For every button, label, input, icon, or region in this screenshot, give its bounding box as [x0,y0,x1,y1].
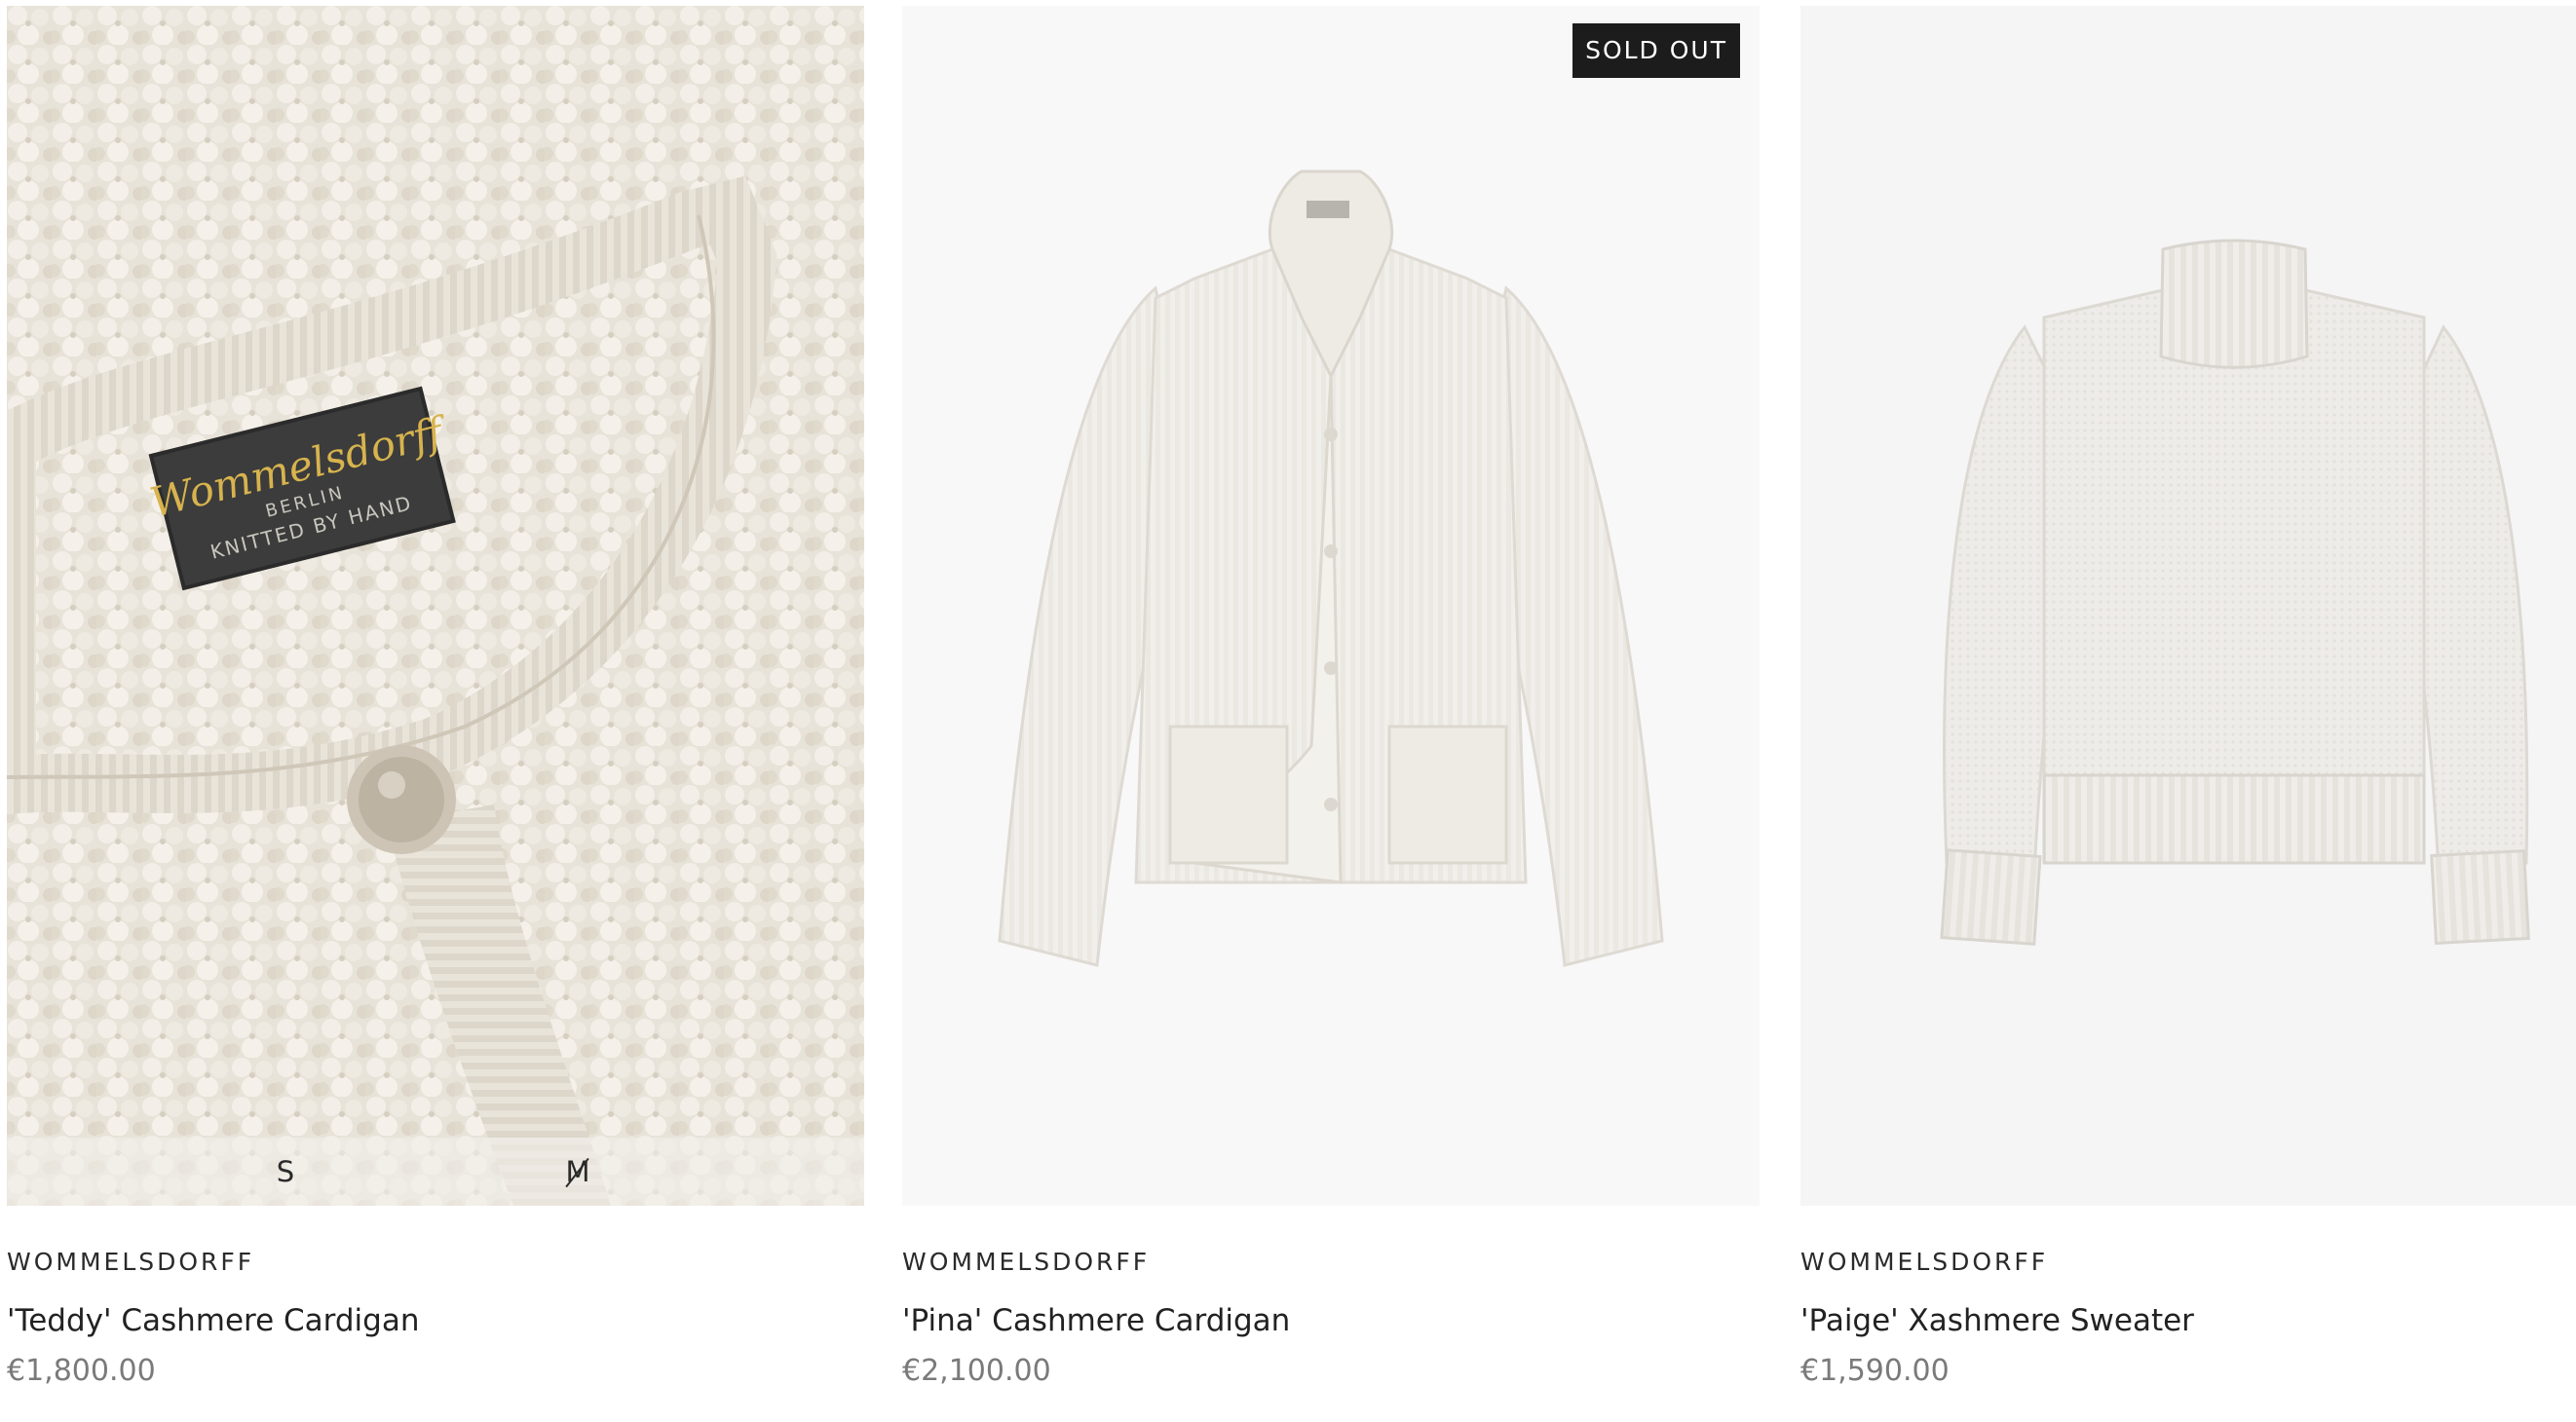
pina-cardigan-image [902,6,1760,1206]
product-image-pina[interactable]: SOLD OUT [902,6,1760,1206]
product-brand: WOMMELSDORFF [902,1248,1151,1276]
product-title-link[interactable]: 'Teddy' Cashmere Cardigan [7,1301,420,1340]
product-brand: WOMMELSDORFF [7,1248,255,1276]
teddy-closeup-image: Wommelsdorff BERLIN KNITTED BY HAND [7,6,864,1206]
product-price: €2,100.00 [902,1354,1051,1388]
product-card-teddy[interactable]: Wommelsdorff BERLIN KNITTED BY HAND S M … [7,6,864,1391]
sold-out-badge: SOLD OUT [1572,23,1740,78]
size-selector: S M [7,1138,864,1206]
product-image-paige[interactable] [1800,6,2576,1206]
product-card-pina[interactable]: SOLD OUT WOMMELSDORFF 'Pina' Cashmere Ca… [902,6,1760,1391]
product-title-link[interactable]: 'Paige' Xashmere Sweater [1800,1301,2194,1340]
size-option-m[interactable]: M [519,1138,636,1206]
product-grid: Wommelsdorff BERLIN KNITTED BY HAND S M … [0,0,2576,1422]
product-title-link[interactable]: 'Pina' Cashmere Cardigan [902,1301,1290,1340]
product-card-paige[interactable]: WOMMELSDORFF 'Paige' Xashmere Sweater €1… [1800,6,2576,1391]
paige-sweater-image [1800,6,2576,1206]
size-option-s[interactable]: S [227,1138,344,1206]
product-brand: WOMMELSDORFF [1800,1248,2049,1276]
product-image-teddy[interactable]: Wommelsdorff BERLIN KNITTED BY HAND S M [7,6,864,1206]
product-price: €1,800.00 [7,1354,156,1388]
product-price: €1,590.00 [1800,1354,1950,1388]
